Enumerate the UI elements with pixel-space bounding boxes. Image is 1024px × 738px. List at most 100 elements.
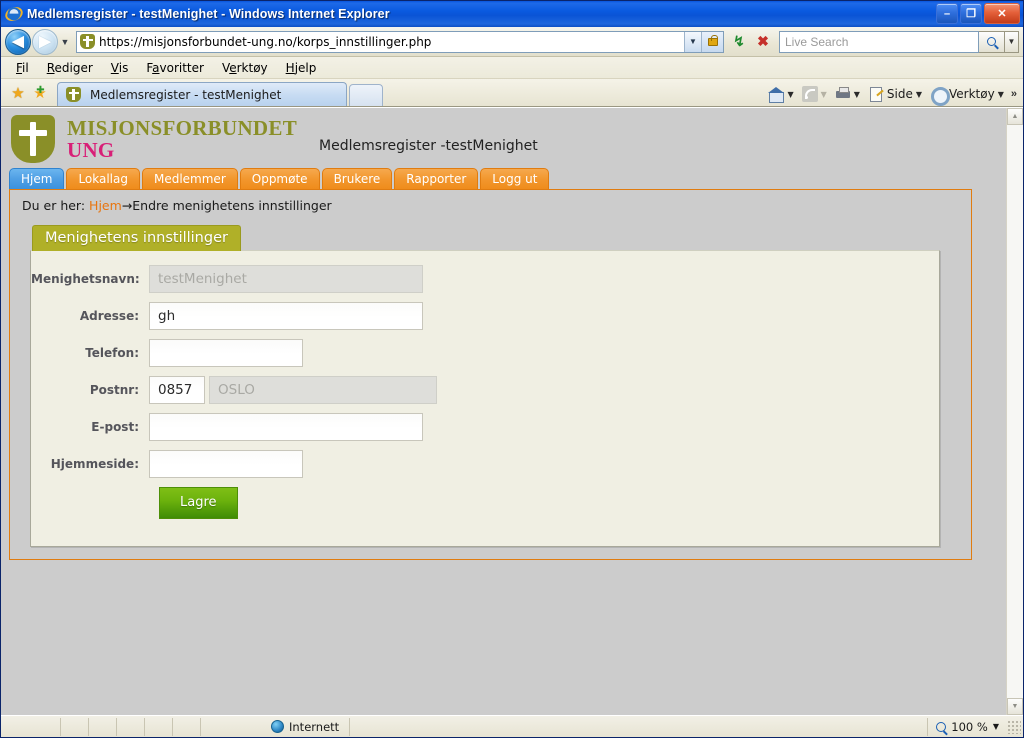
web-page-content: MISJONSFORBUNDET UNG Medlemsregister -te… — [1, 108, 1006, 715]
address-dropdown-button[interactable]: ▼ — [684, 31, 701, 52]
minimize-button[interactable]: – — [936, 3, 958, 24]
nav-tab-medlemmer[interactable]: Medlemmer — [141, 168, 238, 189]
menu-post: ediger — [54, 60, 93, 75]
menu-bar: Fil Rediger Vis Favoritter Verktøy Hjelp — [1, 57, 1023, 79]
favorites-center-button[interactable]: ★ — [7, 82, 29, 104]
window-title: Medlemsregister - testMenighet - Windows… — [27, 7, 390, 21]
menu-post: jelp — [294, 60, 317, 75]
tools-menu-button[interactable]: Verktøy ▼ — [927, 84, 1007, 106]
field-label-telefon: Telefon: — [85, 346, 139, 360]
content-panel: Du er her: Hjem→Endre menighetens innsti… — [9, 189, 972, 560]
site-favicon-icon — [80, 34, 95, 49]
tools-menu-label: Verktøy — [949, 87, 995, 101]
internet-zone-icon — [271, 720, 284, 733]
ssl-lock-indicator[interactable] — [701, 31, 723, 52]
print-button[interactable]: ▼ — [832, 84, 863, 104]
breadcrumb-current: Endre menighetens innstillinger — [132, 198, 332, 213]
menu-item-vis[interactable]: Vis — [102, 59, 138, 77]
home-button[interactable]: ▼ — [765, 84, 796, 104]
address-bar[interactable]: https://misjonsforbundet-ung.no/korps_in… — [76, 30, 724, 53]
vertical-scrollbar[interactable]: ▲ ▼ — [1006, 108, 1023, 715]
page-menu-label: Side — [886, 87, 913, 101]
resize-grip[interactable] — [1007, 719, 1021, 734]
gear-icon — [930, 86, 951, 106]
command-bar: ▼ ▼ ▼ Side ▼ Verktøy ▼ » — [765, 84, 1023, 106]
stop-button[interactable]: ✖ — [751, 30, 775, 53]
breadcrumb-link-hjem[interactable]: Hjem — [89, 198, 122, 213]
nav-tab-logg-ut[interactable]: Logg ut — [480, 168, 550, 189]
maximize-button[interactable]: ❐ — [960, 3, 982, 24]
menu-item-verktoy[interactable]: Verktøy — [213, 59, 277, 77]
close-button[interactable]: ✕ — [984, 3, 1020, 24]
printer-icon — [835, 86, 851, 102]
menu-item-favoritter[interactable]: Favoritter — [137, 59, 213, 77]
feeds-button[interactable]: ▼ — [799, 84, 830, 104]
field-row-telefon: Telefon: — [31, 339, 939, 367]
window-controls: – ❐ ✕ — [936, 3, 1020, 24]
breadcrumb: Du er her: Hjem→Endre menighetens innsti… — [18, 196, 963, 213]
chevron-down-icon[interactable]: ▼ — [993, 722, 999, 731]
new-tab-button[interactable] — [349, 84, 383, 106]
nav-tab-label: Hjem — [21, 172, 53, 186]
toolbar-overflow-button[interactable]: » — [1011, 88, 1017, 100]
breadcrumb-separator: → — [121, 198, 133, 213]
refresh-icon: ↯ — [733, 33, 745, 49]
nav-tab-rapporter[interactable]: Rapporter — [394, 168, 479, 189]
add-to-favorites-button[interactable]: ★ — [29, 82, 51, 104]
refresh-button[interactable]: ↯ — [727, 30, 751, 53]
tab-favicon-icon — [66, 87, 81, 102]
browser-tab-label: Medlemsregister - testMenighet — [90, 87, 282, 102]
url-text[interactable]: https://misjonsforbundet-ung.no/korps_in… — [99, 35, 684, 49]
field-row-epost: E-post: — [31, 413, 939, 441]
zoom-control[interactable]: 100 % ▼ — [927, 717, 1007, 736]
home-icon — [768, 86, 785, 103]
nav-tab-brukere[interactable]: Brukere — [321, 168, 393, 189]
scroll-down-button[interactable]: ▼ — [1007, 698, 1023, 715]
page-menu-button[interactable]: Side ▼ — [865, 84, 925, 104]
nav-tab-lokallag[interactable]: Lokallag — [66, 168, 140, 189]
logo-line-2: UNG — [67, 137, 115, 162]
hjemmeside-input[interactable] — [149, 450, 303, 478]
scroll-up-button[interactable]: ▲ — [1007, 108, 1023, 125]
search-provider-dropdown[interactable]: ▼ — [1005, 30, 1019, 53]
chevron-down-icon: ▼ — [60, 36, 70, 47]
lock-icon — [707, 34, 718, 46]
history-dropdown-button[interactable]: ▼ — [58, 37, 72, 47]
chevron-down-icon: ▼ — [915, 89, 923, 99]
postnr-input[interactable]: 0857 — [149, 376, 205, 404]
menu-key: a — [152, 60, 160, 75]
chevron-down-icon: ▼ — [1007, 37, 1016, 46]
telefon-input[interactable] — [149, 339, 303, 367]
menu-item-hjelp[interactable]: Hjelp — [277, 59, 326, 77]
save-button[interactable]: Lagre — [159, 487, 238, 519]
menu-item-rediger[interactable]: Rediger — [38, 59, 102, 77]
back-button[interactable]: ◀ — [5, 28, 31, 55]
search-submit-button[interactable] — [979, 30, 1005, 53]
nav-tab-oppmote[interactable]: Oppmøte — [239, 168, 320, 189]
browser-tab-medlemsregister[interactable]: Medlemsregister - testMenighet — [57, 82, 347, 106]
stop-icon: ✖ — [757, 33, 769, 49]
page-viewport: MISJONSFORBUNDET UNG Medlemsregister -te… — [1, 107, 1023, 715]
chevron-down-icon: ▼ — [787, 89, 794, 99]
search-box[interactable]: Live Search — [779, 30, 979, 53]
poststed-input: OSLO — [209, 376, 437, 404]
forward-button[interactable]: ▶ — [32, 28, 58, 55]
nav-tab-label: Brukere — [333, 172, 381, 186]
field-label-adresse: Adresse: — [79, 309, 139, 323]
security-zone-indicator[interactable]: Internett — [261, 717, 351, 736]
menu-item-fil[interactable]: Fil — [7, 59, 38, 77]
nav-tab-label: Lokallag — [78, 172, 128, 186]
menu-key: e — [229, 60, 237, 75]
forward-arrow-icon: ▶ — [39, 33, 51, 50]
menighetsnavn-input: testMenighet — [149, 265, 423, 293]
scrollbar-track[interactable] — [1007, 125, 1023, 698]
adresse-input[interactable]: gh — [149, 302, 423, 330]
site-subtitle: Medlemsregister -testMenighet — [319, 138, 538, 154]
search-icon — [987, 37, 996, 46]
epost-input[interactable] — [149, 413, 423, 441]
status-segment — [117, 717, 145, 736]
settings-card-wrapper: Menighetens innstillinger Menighetsnavn:… — [18, 213, 963, 547]
nav-tab-hjem[interactable]: Hjem — [9, 168, 65, 189]
field-row-postnr: Postnr: 0857 OSLO — [31, 376, 939, 404]
field-label-postnr: Postnr: — [89, 383, 139, 397]
